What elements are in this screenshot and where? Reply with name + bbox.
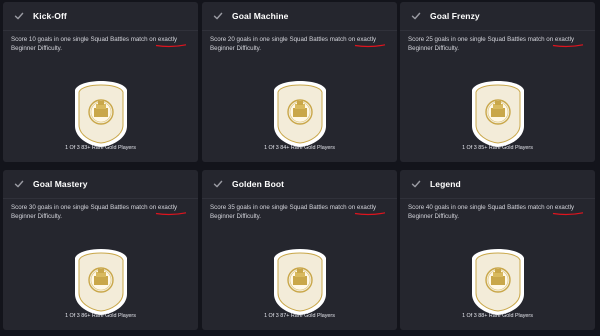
reward-text: 1 Of 3 84+ Rare Gold Players (264, 145, 335, 151)
check-icon (212, 179, 223, 190)
objective-description: Score 20 goals in one single Squad Battl… (202, 31, 397, 53)
gold-pack-icon (272, 80, 328, 148)
description-text: Score 20 goals in one single Squad Battl… (210, 36, 357, 43)
description-text-end: Beginner Difficulty. (11, 45, 63, 52)
highlight-word: exactly (155, 203, 186, 216)
description-text-end: Beginner Difficulty. (210, 45, 262, 52)
objective-header: Goal Mastery (3, 170, 198, 199)
objective-title: Golden Boot (232, 179, 285, 189)
check-icon (410, 11, 421, 22)
highlight-word: exactly (354, 203, 385, 216)
gold-pack-icon (272, 248, 328, 316)
objective-card[interactable]: Goal Machine Score 20 goals in one singl… (202, 2, 397, 162)
description-text-end: Beginner Difficulty. (210, 213, 262, 220)
reward-text: 1 Of 3 87+ Rare Gold Players (264, 313, 335, 319)
objective-header: Goal Machine (202, 2, 397, 31)
objective-description: Score 30 goals in one single Squad Battl… (3, 199, 198, 221)
description-text: Score 35 goals in one single Squad Battl… (210, 204, 357, 211)
objective-header: Legend (400, 170, 595, 199)
check-icon (13, 179, 24, 190)
objective-title: Legend (430, 179, 461, 189)
gold-pack-icon (73, 248, 129, 316)
objective-description: Score 35 goals in one single Squad Battl… (202, 199, 397, 221)
description-text: Score 25 goals in one single Squad Battl… (408, 36, 555, 43)
description-text: Score 10 goals in one single Squad Battl… (11, 36, 158, 43)
reward-text: 1 Of 3 85+ Rare Gold Players (462, 145, 533, 151)
check-icon (212, 11, 223, 22)
objective-description: Score 10 goals in one single Squad Battl… (3, 31, 198, 53)
objective-card[interactable]: Legend Score 40 goals in one single Squa… (400, 170, 595, 330)
reward-text: 1 Of 3 88+ Rare Gold Players (462, 313, 533, 319)
objective-title: Goal Machine (232, 11, 289, 21)
description-text: Score 40 goals in one single Squad Battl… (408, 204, 555, 211)
objective-title: Goal Frenzy (430, 11, 480, 21)
objective-header: Golden Boot (202, 170, 397, 199)
check-icon (13, 11, 24, 22)
objective-card[interactable]: Golden Boot Score 35 goals in one single… (202, 170, 397, 330)
description-text-end: Beginner Difficulty. (408, 45, 460, 52)
description-text-end: Beginner Difficulty. (11, 213, 63, 220)
objective-description: Score 25 goals in one single Squad Battl… (400, 31, 595, 53)
gold-pack-icon (470, 248, 526, 316)
gold-pack-icon (470, 80, 526, 148)
reward-text: 1 Of 3 83+ Rare Gold Players (65, 145, 136, 151)
objectives-grid: Kick-Off Score 10 goals in one single Sq… (0, 0, 600, 336)
gold-pack-icon (73, 80, 129, 148)
objective-description: Score 40 goals in one single Squad Battl… (400, 199, 595, 221)
objective-header: Goal Frenzy (400, 2, 595, 31)
reward-text: 1 Of 3 86+ Rare Gold Players (65, 313, 136, 319)
highlight-word: exactly (354, 35, 385, 48)
objective-card[interactable]: Goal Mastery Score 30 goals in one singl… (3, 170, 198, 330)
objective-title: Goal Mastery (33, 179, 88, 189)
objective-header: Kick-Off (3, 2, 198, 31)
description-text-end: Beginner Difficulty. (408, 213, 460, 220)
highlight-word: exactly (155, 35, 186, 48)
highlight-word: exactly (552, 203, 583, 216)
objective-title: Kick-Off (33, 11, 67, 21)
objective-card[interactable]: Kick-Off Score 10 goals in one single Sq… (3, 2, 198, 162)
description-text: Score 30 goals in one single Squad Battl… (11, 204, 158, 211)
objective-card[interactable]: Goal Frenzy Score 25 goals in one single… (400, 2, 595, 162)
check-icon (410, 179, 421, 190)
highlight-word: exactly (552, 35, 583, 48)
